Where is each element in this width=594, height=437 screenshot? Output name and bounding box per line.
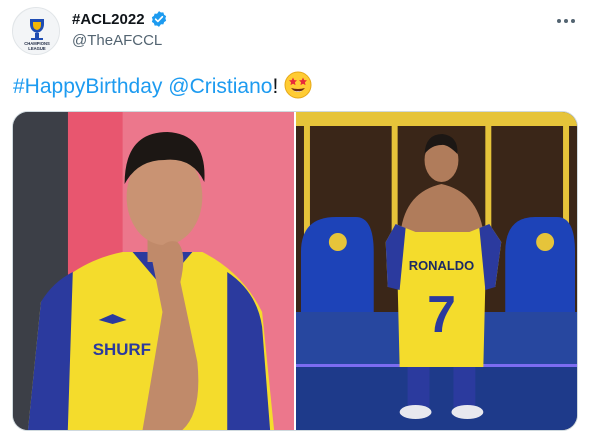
avatar-text-line2: LEAGUE	[28, 46, 46, 51]
photo-2[interactable]: RONALDO 7	[296, 112, 577, 430]
tweet-punctuation: !	[272, 75, 279, 98]
mention-link[interactable]: @Cristiano	[168, 75, 272, 98]
media-grid: SHURF RONALDO 7	[12, 111, 578, 431]
handle[interactable]: @TheAFCCL	[72, 32, 162, 49]
afc-champions-league-logo-icon: CHAMPIONS LEAGUE	[13, 8, 59, 54]
author-row: #ACL2022	[72, 10, 168, 28]
shirt-name: RONALDO	[409, 258, 474, 273]
shirt-number: 7	[427, 285, 456, 343]
star-struck-emoji-icon	[284, 71, 312, 107]
display-name[interactable]: #ACL2022	[72, 11, 145, 28]
more-options-button[interactable]	[552, 10, 580, 32]
more-dots-icon	[557, 19, 575, 23]
photo-1[interactable]: SHURF	[13, 112, 294, 430]
photo-1-image: SHURF	[13, 112, 294, 430]
hashtag-link[interactable]: #HappyBirthday	[13, 75, 162, 98]
verified-badge-icon	[151, 11, 166, 27]
avatar[interactable]: CHAMPIONS LEAGUE	[12, 7, 60, 55]
tweet-text: #HappyBirthday @Cristiano!	[13, 71, 312, 107]
photo-1-sponsor: SHURF	[93, 340, 151, 359]
photo-2-image: RONALDO 7	[296, 112, 577, 430]
